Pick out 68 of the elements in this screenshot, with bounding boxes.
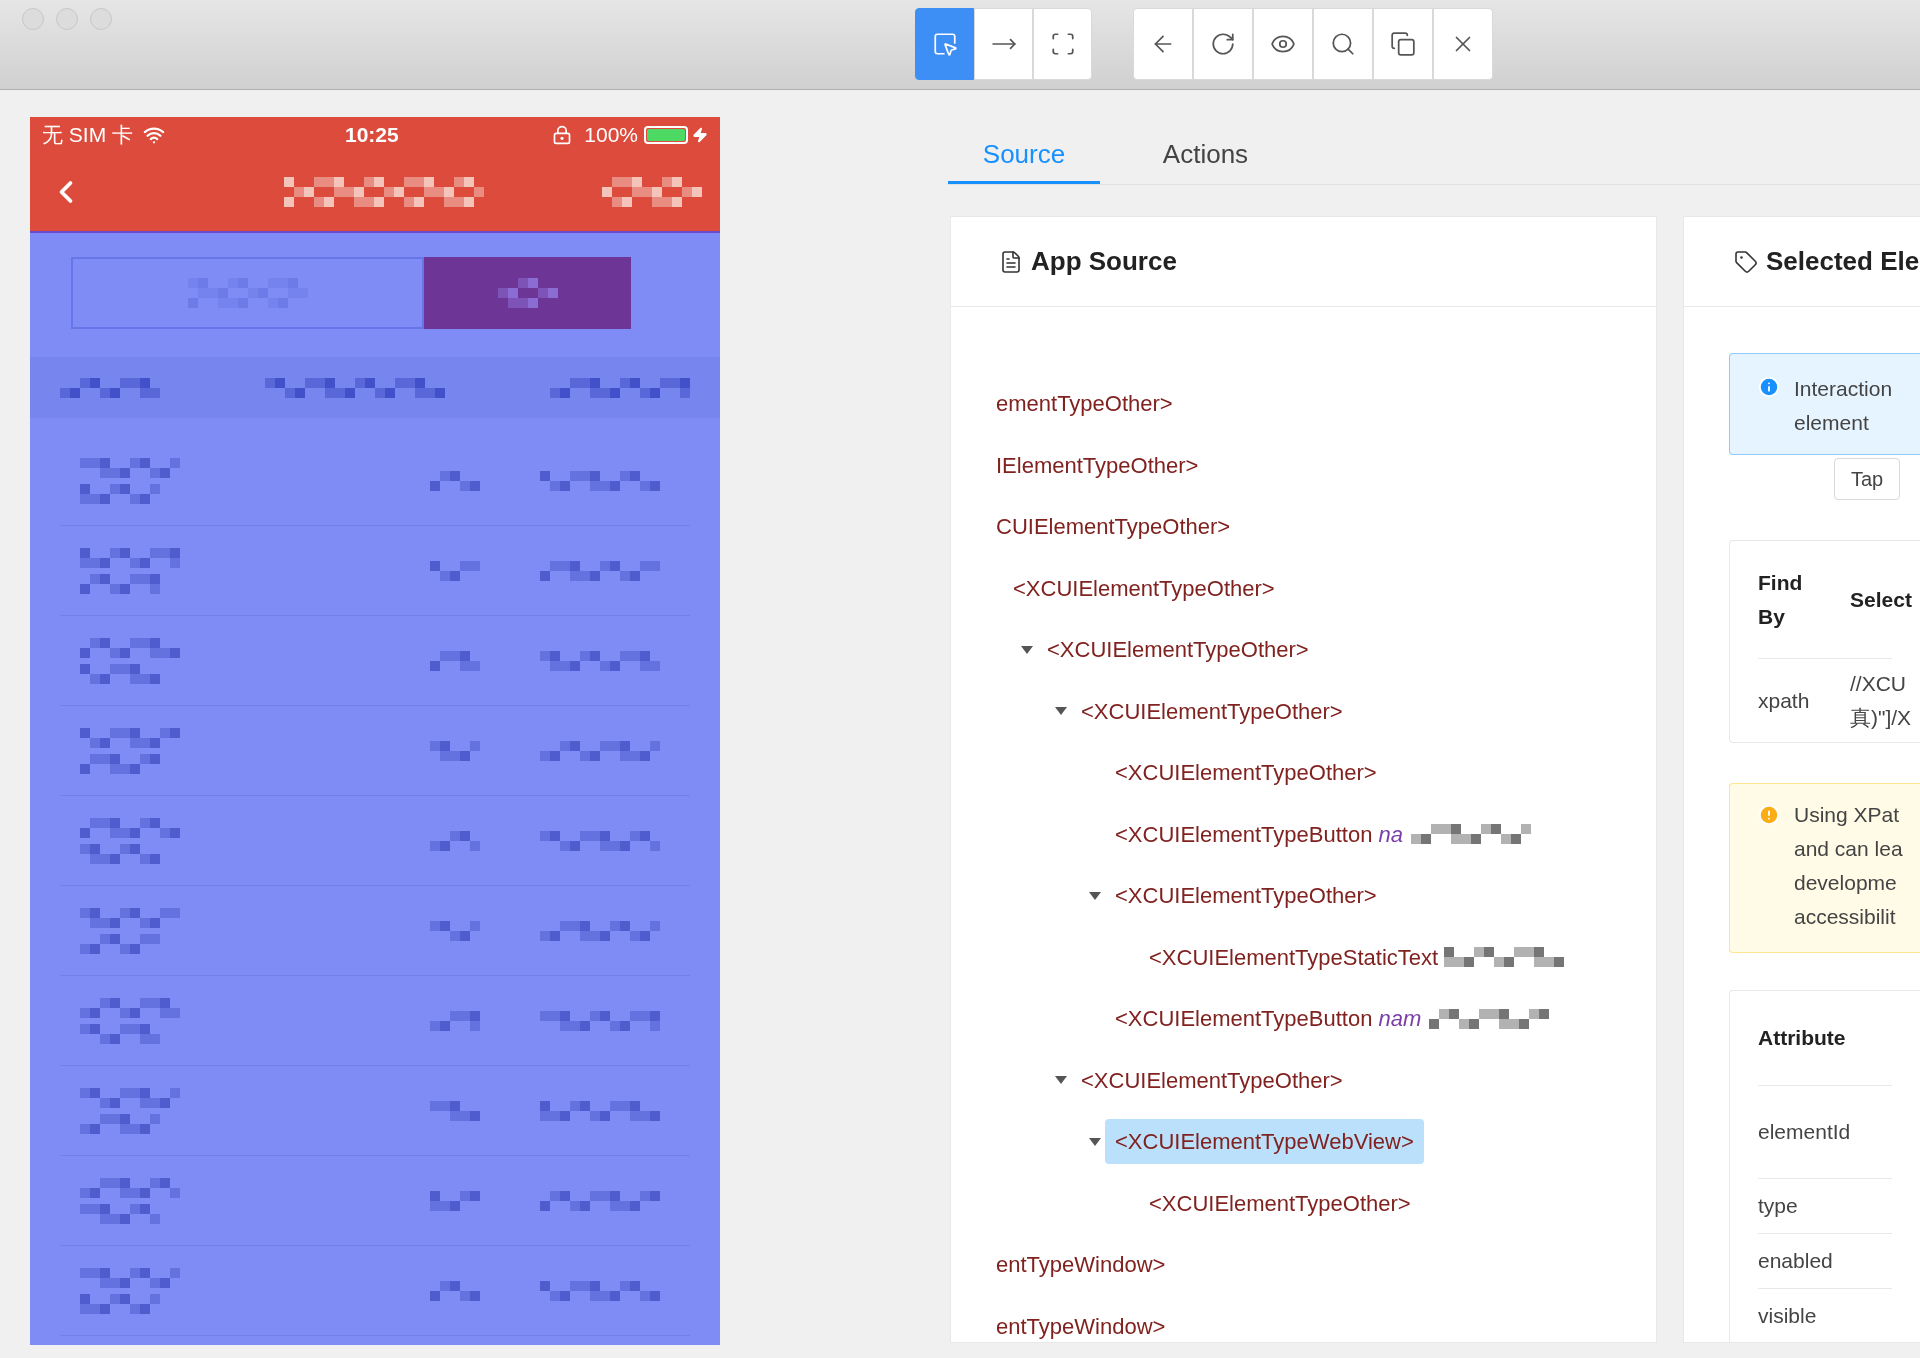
pixelated-text-drawing	[430, 740, 480, 761]
time-text: 10:25	[345, 121, 399, 148]
document-icon	[999, 249, 1023, 274]
card-title: App Source	[1031, 245, 1177, 278]
tree-node[interactable]: CUIElementTypeOther>	[996, 510, 1231, 544]
tree-node[interactable]: <XCUIElementTypeOther>	[1013, 571, 1275, 605]
tag-icon	[1734, 249, 1758, 274]
tree-node[interactable]: <XCUIElementTypeButton	[1115, 1002, 1373, 1036]
info-text: Interaction element	[1794, 376, 1893, 436]
table-cell-text: enabled	[1758, 1248, 1833, 1275]
pixelated-text-drawing	[430, 1010, 480, 1031]
warning-text: Using XPat and can lea developme accessibilit	[1794, 802, 1903, 930]
pixelated-text-drawing	[430, 830, 480, 851]
frame-icon	[1049, 31, 1076, 57]
tree-node[interactable]: <XCUIElementTypeStaticText	[1149, 940, 1439, 974]
toolbar-button[interactable]	[1373, 8, 1433, 80]
column-header: Attribute	[1758, 1025, 1846, 1052]
tree-node[interactable]: entTypeWindow>	[996, 1248, 1166, 1282]
column-header: Find By	[1758, 569, 1804, 630]
carrier-text: 无 SIM 卡	[42, 121, 133, 148]
table-cell-text: elementId	[1758, 1119, 1851, 1146]
tree-node[interactable]: <XCUIElementTypeOther>	[1115, 879, 1377, 913]
column-header: Select	[1850, 586, 1912, 613]
tab[interactable]: Actions	[1118, 128, 1293, 184]
table-cell-text: visible	[1758, 1303, 1817, 1330]
copy-icon	[1390, 31, 1416, 57]
info-icon	[1758, 376, 1780, 398]
toolbar-button[interactable]	[1253, 8, 1313, 80]
battery-text: 100%	[584, 121, 638, 148]
select-pointer-icon	[931, 31, 958, 57]
card-title: Selected Ele	[1766, 245, 1920, 278]
pixelated-text-drawing	[430, 560, 480, 581]
table-cell-text: //XCU 真)"]/X	[1850, 670, 1912, 731]
table-cell-text: xpath	[1758, 687, 1811, 714]
caret-icon	[1054, 706, 1068, 717]
caret-icon	[1054, 1075, 1068, 1086]
refresh-icon	[1210, 31, 1236, 57]
attribute-name: nam	[1378, 1005, 1422, 1034]
pixelated-text-drawing	[430, 1280, 480, 1301]
tree-node[interactable]: <XCUIElementTypeOther>	[1115, 756, 1377, 790]
pixelated-text-drawing	[430, 650, 480, 671]
caret-icon	[1088, 890, 1102, 901]
lock-icon	[552, 124, 573, 145]
search-icon	[1330, 31, 1356, 57]
caret-icon	[1088, 1136, 1102, 1147]
table-cell-text: type	[1758, 1193, 1798, 1220]
tree-node[interactable]: <XCUIElementTypeButton	[1115, 817, 1373, 851]
tree-node[interactable]: <XCUIElementTypeOther>	[1081, 1063, 1343, 1097]
tree-node[interactable]: ementTypeOther>	[996, 387, 1173, 421]
attribute-name: na	[1378, 820, 1403, 849]
charging-icon	[692, 126, 708, 143]
caret-icon	[1020, 644, 1034, 655]
tap-button[interactable]: Tap	[1834, 458, 1900, 500]
mode-button[interactable]	[915, 8, 974, 80]
tree-node[interactable]: <XCUIElementTypeOther>	[1047, 633, 1309, 667]
warning-icon	[1758, 804, 1780, 826]
pixelated-text-drawing	[430, 1100, 480, 1121]
tree-node[interactable]: <XCUIElementTypeOther>	[1149, 1186, 1411, 1220]
pixelated-text-drawing	[430, 920, 480, 941]
tree-node[interactable]: IElementTypeOther>	[996, 448, 1199, 482]
battery-icon	[644, 125, 688, 144]
segment-tab[interactable]	[424, 257, 631, 329]
pixelated-text-drawing	[497, 278, 558, 308]
pixelated-text-drawing	[430, 470, 480, 491]
tree-node[interactable]: entTypeWindow>	[996, 1309, 1166, 1342]
tree-node[interactable]: <XCUIElementTypeOther>	[1081, 694, 1343, 728]
tree-node[interactable]: <XCUIElementTypeWebView>	[1105, 1119, 1424, 1165]
pixelated-text-drawing	[430, 1190, 480, 1211]
